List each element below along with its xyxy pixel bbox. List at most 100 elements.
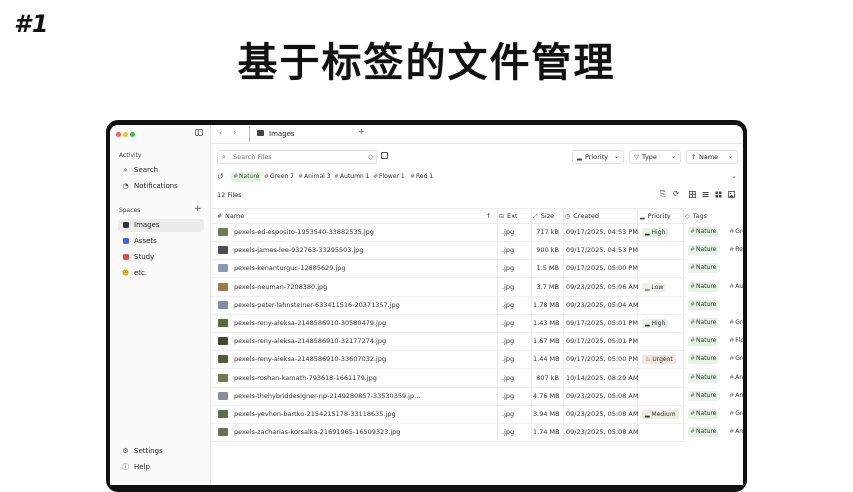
tag-chip[interactable]: #Green xyxy=(727,409,743,419)
priority-badge[interactable]: ▂ Medium xyxy=(642,405,679,423)
thumbnail-image xyxy=(218,300,228,309)
new-tab-button[interactable]: + xyxy=(358,127,365,136)
tag-chip[interactable]: #Autumn xyxy=(727,282,743,292)
file-ext: .jpg xyxy=(502,319,515,327)
thumbnail-image xyxy=(218,355,228,364)
search-input[interactable] xyxy=(233,152,353,162)
sidebar-item-settings[interactable]: ⚙ Settings xyxy=(118,445,204,458)
tab-bar: ‹ › Images + xyxy=(211,125,743,144)
tab-images[interactable]: Images xyxy=(249,126,350,142)
grid-view-icon[interactable] xyxy=(715,191,722,198)
sidebar-item-notifications[interactable]: ◔ Notifications xyxy=(118,180,204,193)
column-tags[interactable]: ◇ Tags xyxy=(685,209,707,223)
file-filter-icon[interactable] xyxy=(381,152,388,159)
column-ext[interactable]: ⊟ Ext xyxy=(499,209,518,223)
priority-badge[interactable]: ▂ High xyxy=(642,223,669,241)
tag-chip[interactable]: #Nature xyxy=(688,299,719,310)
column-priority[interactable]: ▂ Priority xyxy=(640,209,671,223)
tag-chip[interactable]: #Nature xyxy=(688,281,719,292)
table-row[interactable]: pexels-reny-aleksa-2148586910-32177274.j… xyxy=(211,332,743,352)
tag-filter-red[interactable]: #Red 1 xyxy=(408,172,435,182)
type-select[interactable]: ▽ Type ⌄ xyxy=(629,150,681,164)
tag-filter-nature[interactable]: #Nature xyxy=(231,172,262,182)
table-row[interactable]: pexels-james-lee-932763-33295503.jpg .jpg… xyxy=(211,241,743,261)
table-row[interactable]: pexels-neuman-7208380.jpg .jpg 3.7 MB 09/23… xyxy=(211,278,743,297)
sidebar-item-search[interactable]: ⌕ Search xyxy=(118,164,204,177)
column-size[interactable]: ⤢ Size xyxy=(533,209,554,223)
sidebar-item-assets[interactable]: Assets xyxy=(118,235,204,248)
tag-chip[interactable]: #Nature xyxy=(688,354,719,365)
list-view-icon[interactable] xyxy=(702,191,709,198)
tag-chip[interactable]: #Green xyxy=(727,227,743,237)
tag-chip[interactable]: #Nature xyxy=(688,427,719,438)
tag-icon[interactable]: ◇ xyxy=(368,153,373,161)
table-row[interactable]: pexels-reny-aleksa-2148586910-30580479.j… xyxy=(211,314,743,333)
tag-chip[interactable]: #Nature xyxy=(688,390,719,401)
table-row[interactable]: pexels-ed-esposito-1953540-33882535.jpg.… xyxy=(211,223,743,242)
table-row[interactable]: pexels-peter-lahnsteiner-633411516-20371… xyxy=(211,296,719,315)
tag-chip[interactable]: #Green xyxy=(727,354,743,364)
gear-icon: ⚙ xyxy=(122,447,129,455)
reset-filter-icon[interactable]: ↺ xyxy=(217,172,224,181)
tag-filter-flower[interactable]: #Flower 1 xyxy=(371,172,407,182)
sort-select[interactable]: ↑ Name ⌄ xyxy=(686,150,738,164)
tag-chip[interactable]: #Nature xyxy=(688,318,719,328)
chevron-down-icon: ⌄ xyxy=(613,153,619,160)
sync-icon[interactable]: ⟳ xyxy=(673,189,679,198)
sidebar-item-help[interactable]: ⓘ Help xyxy=(118,461,204,474)
close-window-button[interactable] xyxy=(116,132,121,137)
tag-chip[interactable]: #Green xyxy=(727,318,743,328)
maximize-window-button[interactable] xyxy=(130,132,135,137)
tag-chip[interactable]: #Animal xyxy=(727,427,743,437)
sort-arrow-icon[interactable]: ↑ xyxy=(486,209,491,223)
file-ext: .jpg xyxy=(502,373,515,382)
priority-badge[interactable]: ♨ Urgent xyxy=(642,350,676,368)
column-name[interactable]: # Name xyxy=(217,209,244,223)
table-row[interactable]: pexels-zacharias-korsalka-21691965-16509… xyxy=(211,423,743,443)
file-ext: .jpg xyxy=(502,246,515,255)
file-created: 09/23/2025, 05:06 AM xyxy=(566,282,639,291)
add-space-button[interactable]: + xyxy=(194,204,202,214)
back-icon[interactable]: ‹ xyxy=(219,128,222,137)
tag-chip[interactable]: #Red xyxy=(727,245,743,255)
tag-chip[interactable]: #Nature xyxy=(688,409,719,419)
table-row[interactable]: pexels-roshan-kamath-793618-1661179.jpg.… xyxy=(211,369,743,388)
tag-chip[interactable]: #Nature xyxy=(688,227,719,237)
export-icon[interactable]: ⎘ xyxy=(660,189,666,199)
table-view-icon[interactable] xyxy=(689,191,696,198)
priority-badge[interactable]: ▁ Low xyxy=(642,278,667,296)
tag-chip[interactable]: #Animal xyxy=(727,391,743,401)
column-created[interactable]: ◷ Created xyxy=(565,209,599,223)
table-row[interactable]: pexels-kenanturguc-12885629.jpg .jpg 1.5 M… xyxy=(211,259,719,279)
file-size: 1.44 MB xyxy=(533,355,560,364)
gallery-view-icon[interactable] xyxy=(728,191,735,198)
tag-chip[interactable]: #Nature xyxy=(688,263,719,274)
sidebar-item-study[interactable]: Study xyxy=(118,251,204,264)
file-created: 09/17/2025, 04:53 PM xyxy=(566,246,638,255)
tag-filter-green[interactable]: #Green 7 xyxy=(262,172,296,182)
tag-filter-animal[interactable]: #Animal 3 xyxy=(296,172,333,182)
tag-chip[interactable]: #Nature xyxy=(688,372,719,383)
sidebar-item-images[interactable]: Images xyxy=(118,219,204,232)
priority-badge[interactable]: ▂ High xyxy=(642,314,669,332)
image-icon xyxy=(257,130,264,136)
tag-chip[interactable]: #Animal xyxy=(727,373,743,383)
tag-filter-autumn[interactable]: #Autumn 1 xyxy=(332,172,372,182)
tag-chip[interactable]: #Nature xyxy=(688,245,719,256)
priority-icon: ▂ xyxy=(645,320,650,327)
tag-chip[interactable]: #Nature xyxy=(688,336,719,347)
file-ext: .jpg xyxy=(502,300,515,309)
sidebar-item-etc[interactable]: ☻ etc. xyxy=(118,267,204,280)
sidebar-toggle-icon[interactable] xyxy=(195,129,203,136)
minimize-window-button[interactable] xyxy=(123,132,128,137)
thumbnail-image xyxy=(218,391,228,400)
chevron-down-icon[interactable]: ⌄ xyxy=(731,172,737,180)
table-row[interactable]: pexels-thehybriddesigner-np-2149280857-3… xyxy=(211,387,743,406)
forward-icon[interactable]: › xyxy=(233,128,236,137)
file-created: 09/23/2025, 05:08 AM xyxy=(566,428,639,437)
table-row[interactable]: pexels-reny-aleksa-2148586910-33607032.j… xyxy=(211,350,743,370)
tag-chip[interactable]: #Flower xyxy=(727,336,743,346)
file-created: 09/23/2025, 05:08 AM xyxy=(566,410,639,418)
priority-select[interactable]: ▂ Priority ⌄ xyxy=(572,150,624,164)
table-row[interactable]: pexels-yevhen-bartko-2154215178-33118635… xyxy=(211,405,743,424)
